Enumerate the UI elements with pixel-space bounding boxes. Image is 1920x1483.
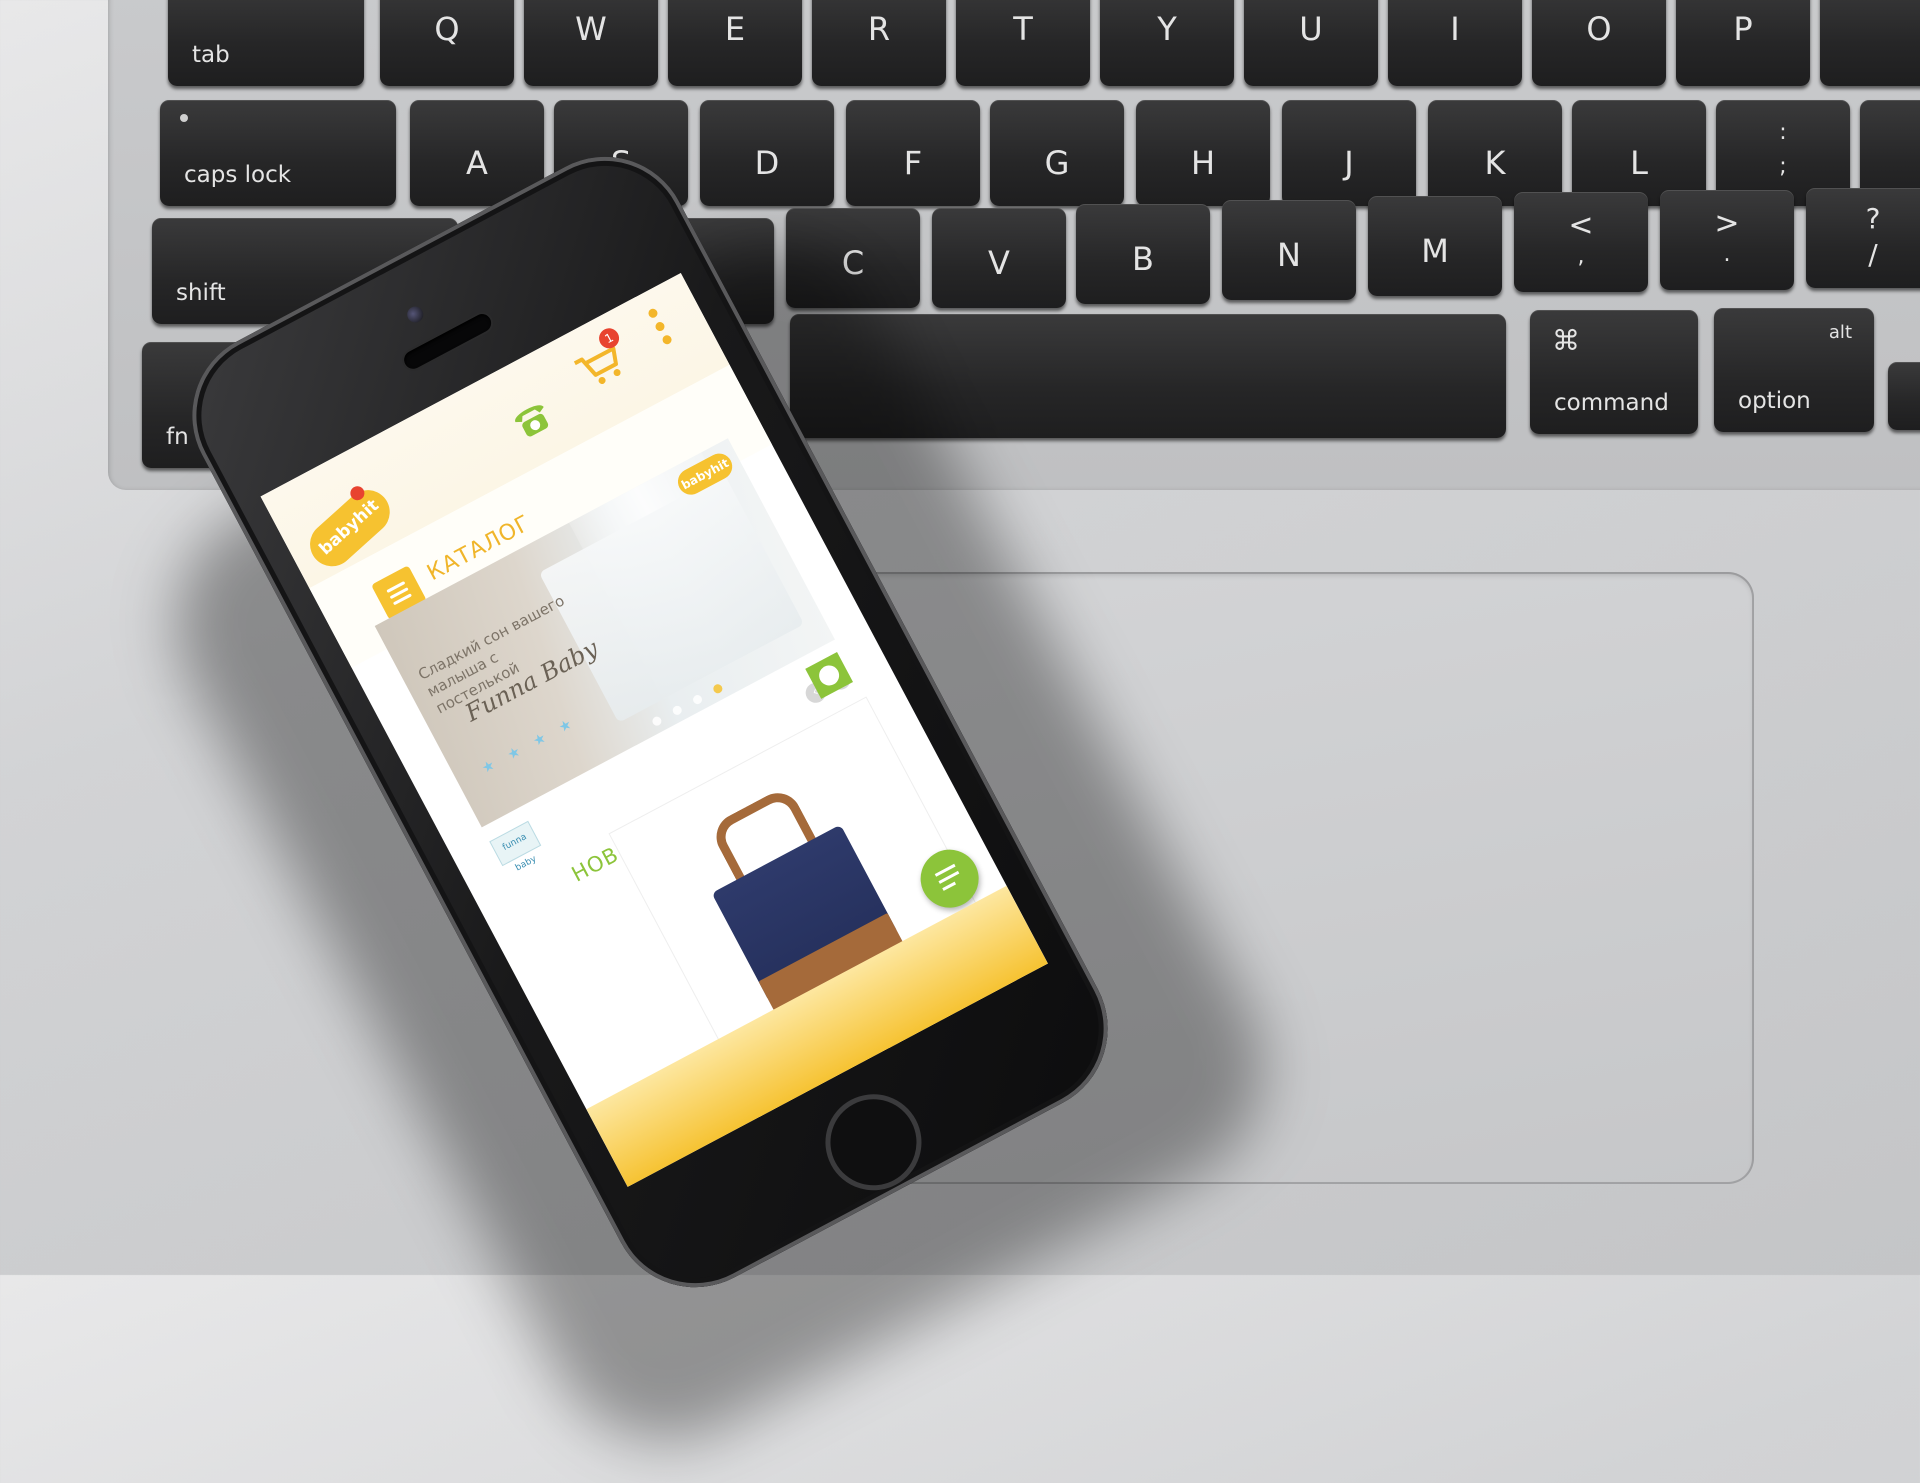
key-r[interactable]: R bbox=[812, 0, 946, 86]
key-label: L bbox=[1630, 144, 1648, 182]
key-b[interactable]: B bbox=[1076, 204, 1210, 304]
key-arrow[interactable] bbox=[1888, 362, 1920, 430]
key-label: command bbox=[1554, 390, 1669, 416]
key-y[interactable]: Y bbox=[1100, 0, 1234, 86]
command-symbol-icon: ⌘ bbox=[1552, 324, 1580, 357]
key-label: B bbox=[1132, 240, 1154, 278]
key-label: N bbox=[1277, 236, 1301, 274]
slider-dot[interactable] bbox=[671, 704, 684, 717]
key-f[interactable]: F bbox=[846, 100, 980, 206]
key-t[interactable]: T bbox=[956, 0, 1090, 86]
key-option[interactable]: alt option bbox=[1714, 308, 1874, 432]
key-label-bottom: . bbox=[1723, 242, 1731, 267]
key-label: H bbox=[1190, 144, 1216, 182]
key-tab[interactable]: tab bbox=[168, 0, 364, 86]
key-i[interactable]: I bbox=[1388, 0, 1522, 86]
key-label: shift bbox=[176, 280, 226, 306]
caps-lock-indicator bbox=[180, 114, 188, 122]
key-label: E bbox=[724, 10, 746, 48]
brand-badge: funna baby bbox=[489, 820, 542, 873]
key-comma[interactable]: < , bbox=[1514, 192, 1648, 292]
key-label-bottom: / bbox=[1868, 238, 1878, 271]
key-period[interactable]: > . bbox=[1660, 190, 1794, 290]
key-label: D bbox=[754, 144, 780, 182]
key-label: A bbox=[466, 144, 488, 182]
key-e[interactable]: E bbox=[668, 0, 802, 86]
key-u[interactable]: U bbox=[1244, 0, 1378, 86]
phone-icon[interactable] bbox=[505, 393, 559, 447]
key-label: T bbox=[1013, 10, 1033, 48]
key-label: F bbox=[903, 144, 923, 182]
key-label: P bbox=[1733, 10, 1753, 48]
key-caps-lock[interactable]: caps lock bbox=[160, 100, 396, 206]
logo-text: babyhit bbox=[315, 495, 384, 560]
key-j[interactable]: J bbox=[1282, 100, 1416, 206]
slider-dot[interactable] bbox=[650, 715, 663, 728]
key-label: K bbox=[1484, 144, 1506, 182]
key-label: tab bbox=[192, 42, 230, 68]
key-label-top: > bbox=[1714, 206, 1740, 241]
key-m[interactable]: M bbox=[1368, 196, 1502, 296]
key-v[interactable]: V bbox=[932, 208, 1066, 308]
slider-dot[interactable] bbox=[691, 693, 704, 706]
key-label: Q bbox=[434, 10, 460, 48]
key-n[interactable]: N bbox=[1222, 200, 1356, 300]
key-h[interactable]: H bbox=[1136, 100, 1270, 206]
key-label: J bbox=[1344, 144, 1354, 182]
key-label: option bbox=[1738, 388, 1811, 414]
key-label: I bbox=[1450, 10, 1460, 48]
key-k[interactable]: K bbox=[1428, 100, 1562, 206]
key-o[interactable]: O bbox=[1532, 0, 1666, 86]
banner-stars-decoration: ★ ★ ★ ★ bbox=[479, 713, 580, 778]
key-label: M bbox=[1421, 232, 1449, 270]
more-icon[interactable] bbox=[645, 307, 678, 355]
front-camera bbox=[404, 303, 427, 326]
key-d[interactable]: D bbox=[700, 100, 834, 206]
key-label-bottom: , bbox=[1577, 244, 1585, 269]
key-slash[interactable]: ? / bbox=[1806, 188, 1920, 288]
key-w[interactable]: W bbox=[524, 0, 658, 86]
key-label: O bbox=[1586, 10, 1612, 48]
key-label-top: ? bbox=[1865, 202, 1881, 235]
key-label-top: : bbox=[1779, 120, 1787, 145]
key-p[interactable]: P bbox=[1676, 0, 1810, 86]
slider-dot-active[interactable] bbox=[711, 682, 725, 695]
key-command[interactable]: ⌘ command bbox=[1530, 310, 1698, 434]
key-bracket[interactable] bbox=[1820, 0, 1920, 86]
cart-icon[interactable] bbox=[570, 337, 629, 394]
key-label: R bbox=[867, 10, 891, 48]
key-label: caps lock bbox=[184, 162, 292, 188]
key-label: W bbox=[575, 10, 607, 48]
key-label: Y bbox=[1157, 10, 1177, 48]
key-label: U bbox=[1299, 10, 1323, 48]
key-q[interactable]: Q bbox=[380, 0, 514, 86]
key-label-bottom: ; bbox=[1779, 154, 1787, 179]
key-label: G bbox=[1044, 144, 1070, 182]
key-label-top: < bbox=[1568, 208, 1594, 243]
key-label: V bbox=[988, 244, 1010, 282]
key-label: fn bbox=[166, 424, 189, 450]
key-g[interactable]: G bbox=[990, 100, 1124, 206]
key-label-alt: alt bbox=[1828, 322, 1852, 343]
